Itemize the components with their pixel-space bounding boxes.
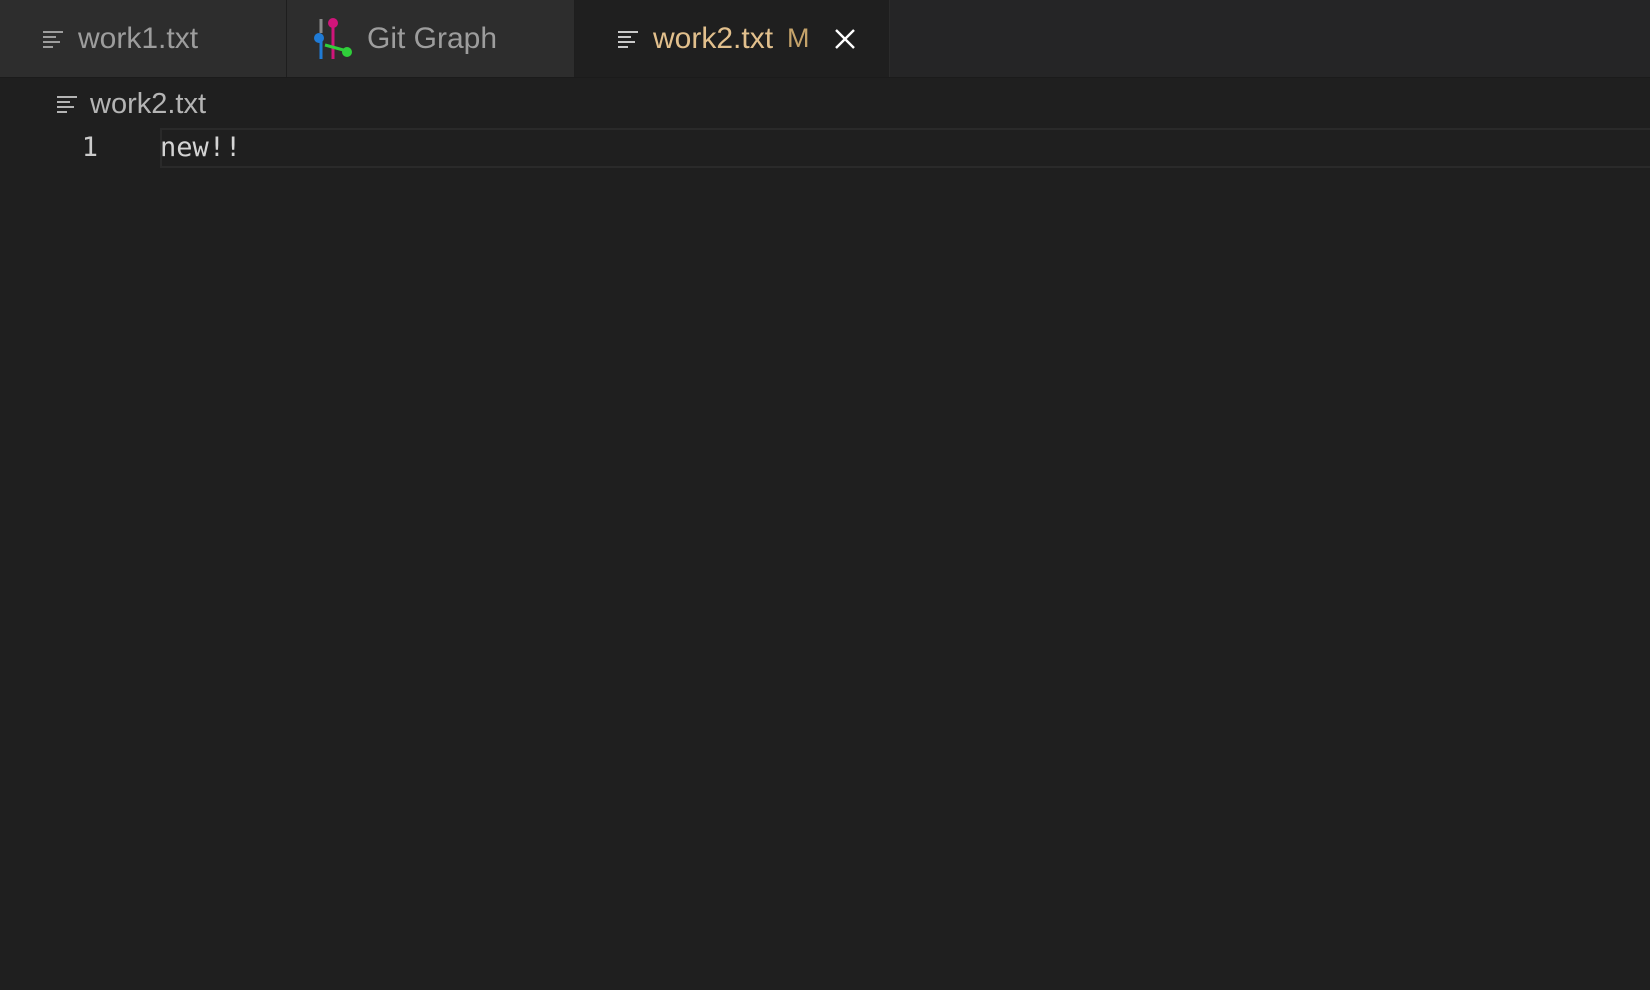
tab-label: work2.txt	[653, 21, 774, 55]
line-number: 1	[81, 132, 98, 163]
tab-work1[interactable]: work1.txt	[0, 0, 287, 77]
lines-icon	[618, 30, 638, 48]
close-icon	[834, 28, 855, 49]
current-line-highlight	[160, 128, 1650, 168]
tab-git-graph[interactable]: Git Graph	[287, 0, 575, 77]
tab-label: work1.txt	[78, 21, 199, 55]
git-graph-icon	[314, 17, 352, 59]
line-content[interactable]: new!!	[160, 132, 241, 163]
modified-badge: M	[787, 23, 810, 53]
code-editor[interactable]: 1 new!!	[0, 128, 1650, 990]
editor-line[interactable]: 1 new!!	[0, 128, 1650, 172]
lines-icon	[43, 30, 63, 48]
breadcrumb[interactable]: work2.txt	[56, 86, 206, 122]
close-tab-button[interactable]	[832, 26, 858, 52]
lines-icon	[57, 96, 77, 113]
tab-label: Git Graph	[367, 21, 498, 55]
tab-work2[interactable]: work2.txt M	[575, 0, 890, 77]
breadcrumb-label: work2.txt	[90, 87, 207, 120]
editor-tab-bar: work1.txt Git Graph work2.txt M	[0, 0, 1650, 78]
